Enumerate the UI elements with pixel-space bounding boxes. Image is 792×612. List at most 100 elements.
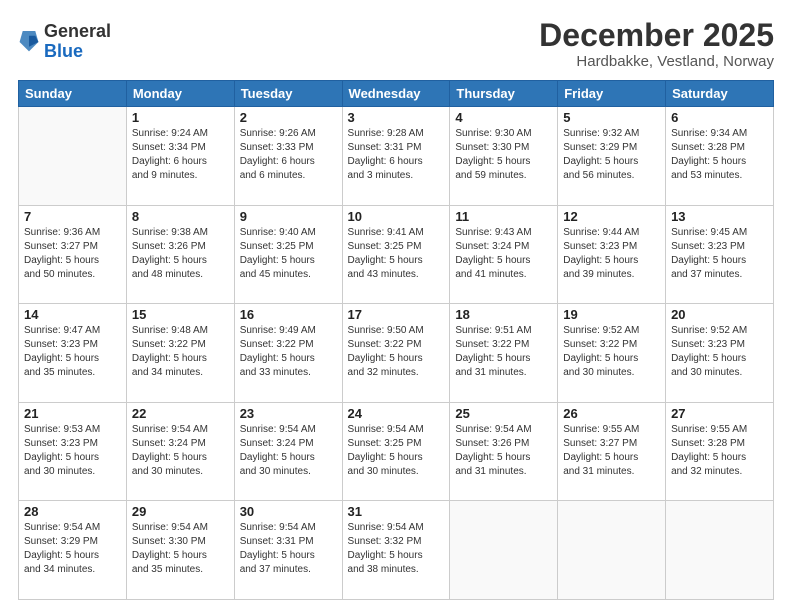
day-number: 20: [671, 307, 768, 322]
calendar-cell: 13 Sunrise: 9:45 AMSunset: 3:23 PMDayligh…: [666, 205, 774, 304]
day-info: Sunrise: 9:41 AMSunset: 3:25 PMDaylight:…: [348, 226, 445, 282]
day-info: Sunrise: 9:47 AMSunset: 3:23 PMDaylight:…: [24, 324, 121, 380]
day-info: Sunrise: 9:50 AMSunset: 3:22 PMDaylight:…: [348, 324, 445, 380]
calendar-week-4: 21 Sunrise: 9:53 AMSunset: 3:23 PMDayligh…: [19, 402, 774, 501]
day-number: 29: [132, 504, 229, 519]
day-number: 14: [24, 307, 121, 322]
day-info: Sunrise: 9:53 AMSunset: 3:23 PMDaylight:…: [24, 423, 121, 479]
day-info: Sunrise: 9:48 AMSunset: 3:22 PMDaylight:…: [132, 324, 229, 380]
day-number: 22: [132, 406, 229, 421]
day-number: 6: [671, 110, 768, 125]
day-info: Sunrise: 9:55 AMSunset: 3:28 PMDaylight:…: [671, 423, 768, 479]
day-number: 15: [132, 307, 229, 322]
calendar-cell: 29 Sunrise: 9:54 AMSunset: 3:30 PMDayligh…: [126, 501, 234, 600]
calendar-cell: 30 Sunrise: 9:54 AMSunset: 3:31 PMDayligh…: [234, 501, 342, 600]
day-info: Sunrise: 9:36 AMSunset: 3:27 PMDaylight:…: [24, 226, 121, 282]
day-number: 18: [455, 307, 552, 322]
day-number: 2: [240, 110, 337, 125]
calendar-cell: 11 Sunrise: 9:43 AMSunset: 3:24 PMDayligh…: [450, 205, 558, 304]
day-info: Sunrise: 9:52 AMSunset: 3:22 PMDaylight:…: [563, 324, 660, 380]
calendar-week-3: 14 Sunrise: 9:47 AMSunset: 3:23 PMDayligh…: [19, 304, 774, 403]
calendar-cell: 10 Sunrise: 9:41 AMSunset: 3:25 PMDayligh…: [342, 205, 450, 304]
calendar-week-5: 28Sunrise: 9:54 AMSunset: 3:29 PMDayligh…: [19, 501, 774, 600]
calendar-cell: 28Sunrise: 9:54 AMSunset: 3:29 PMDayligh…: [19, 501, 127, 600]
day-number: 10: [348, 209, 445, 224]
day-number: 17: [348, 307, 445, 322]
calendar-header-row: SundayMondayTuesdayWednesdayThursdayFrid…: [19, 81, 774, 107]
day-number: 21: [24, 406, 121, 421]
day-info: Sunrise: 9:32 AMSunset: 3:29 PMDaylight:…: [563, 127, 660, 183]
day-info: Sunrise: 9:40 AMSunset: 3:25 PMDaylight:…: [240, 226, 337, 282]
calendar-header-tuesday: Tuesday: [234, 81, 342, 107]
calendar-cell: 6 Sunrise: 9:34 AMSunset: 3:28 PMDaylight…: [666, 107, 774, 206]
day-info: Sunrise: 9:54 AMSunset: 3:30 PMDaylight:…: [132, 521, 229, 577]
subtitle: Hardbakke, Vestland, Norway: [539, 53, 774, 70]
calendar-cell: 9 Sunrise: 9:40 AMSunset: 3:25 PMDaylight…: [234, 205, 342, 304]
day-info: Sunrise: 9:43 AMSunset: 3:24 PMDaylight:…: [455, 226, 552, 282]
day-info: Sunrise: 9:45 AMSunset: 3:23 PMDaylight:…: [671, 226, 768, 282]
day-number: 1: [132, 110, 229, 125]
title-section: December 2025 Hardbakke, Vestland, Norwa…: [539, 18, 774, 70]
day-info: Sunrise: 9:26 AMSunset: 3:33 PMDaylight:…: [240, 127, 337, 183]
calendar-cell: 27 Sunrise: 9:55 AMSunset: 3:28 PMDayligh…: [666, 402, 774, 501]
calendar-cell: 25Sunrise: 9:54 AMSunset: 3:26 PMDayligh…: [450, 402, 558, 501]
calendar-cell: 22 Sunrise: 9:54 AMSunset: 3:24 PMDayligh…: [126, 402, 234, 501]
day-info: Sunrise: 9:49 AMSunset: 3:22 PMDaylight:…: [240, 324, 337, 380]
day-info: Sunrise: 9:54 AMSunset: 3:31 PMDaylight:…: [240, 521, 337, 577]
day-info: Sunrise: 9:51 AMSunset: 3:22 PMDaylight:…: [455, 324, 552, 380]
day-info: Sunrise: 9:34 AMSunset: 3:28 PMDaylight:…: [671, 127, 768, 183]
day-number: 27: [671, 406, 768, 421]
calendar-table: SundayMondayTuesdayWednesdayThursdayFrid…: [18, 80, 774, 600]
day-info: Sunrise: 9:54 AMSunset: 3:32 PMDaylight:…: [348, 521, 445, 577]
day-number: 11: [455, 209, 552, 224]
calendar-cell: 2 Sunrise: 9:26 AMSunset: 3:33 PMDaylight…: [234, 107, 342, 206]
day-number: 5: [563, 110, 660, 125]
calendar-cell: [558, 501, 666, 600]
day-info: Sunrise: 9:54 AMSunset: 3:25 PMDaylight:…: [348, 423, 445, 479]
day-number: 12: [563, 209, 660, 224]
day-number: 7: [24, 209, 121, 224]
calendar-cell: 4Sunrise: 9:30 AMSunset: 3:30 PMDaylight…: [450, 107, 558, 206]
page: General Blue December 2025 Hardbakke, Ve…: [0, 0, 792, 612]
day-number: 4: [455, 110, 552, 125]
calendar-week-1: 1 Sunrise: 9:24 AMSunset: 3:34 PMDaylight…: [19, 107, 774, 206]
day-number: 3: [348, 110, 445, 125]
day-info: Sunrise: 9:44 AMSunset: 3:23 PMDaylight:…: [563, 226, 660, 282]
calendar-cell: 5 Sunrise: 9:32 AMSunset: 3:29 PMDaylight…: [558, 107, 666, 206]
day-info: Sunrise: 9:55 AMSunset: 3:27 PMDaylight:…: [563, 423, 660, 479]
day-number: 24: [348, 406, 445, 421]
calendar-cell: 21 Sunrise: 9:53 AMSunset: 3:23 PMDayligh…: [19, 402, 127, 501]
calendar-cell: 16Sunrise: 9:49 AMSunset: 3:22 PMDayligh…: [234, 304, 342, 403]
calendar-cell: [666, 501, 774, 600]
day-info: Sunrise: 9:54 AMSunset: 3:24 PMDaylight:…: [132, 423, 229, 479]
calendar-header-sunday: Sunday: [19, 81, 127, 107]
day-number: 30: [240, 504, 337, 519]
calendar-cell: 1 Sunrise: 9:24 AMSunset: 3:34 PMDaylight…: [126, 107, 234, 206]
calendar-cell: 7 Sunrise: 9:36 AMSunset: 3:27 PMDaylight…: [19, 205, 127, 304]
day-info: Sunrise: 9:24 AMSunset: 3:34 PMDaylight:…: [132, 127, 229, 183]
day-number: 19: [563, 307, 660, 322]
calendar-cell: 19 Sunrise: 9:52 AMSunset: 3:22 PMDayligh…: [558, 304, 666, 403]
day-number: 26: [563, 406, 660, 421]
calendar-cell: 8Sunrise: 9:38 AMSunset: 3:26 PMDaylight…: [126, 205, 234, 304]
header: General Blue December 2025 Hardbakke, Ve…: [18, 18, 774, 70]
calendar-cell: [19, 107, 127, 206]
calendar-cell: 18 Sunrise: 9:51 AMSunset: 3:22 PMDayligh…: [450, 304, 558, 403]
day-info: Sunrise: 9:28 AMSunset: 3:31 PMDaylight:…: [348, 127, 445, 183]
calendar-header-friday: Friday: [558, 81, 666, 107]
calendar-cell: 31Sunrise: 9:54 AMSunset: 3:32 PMDayligh…: [342, 501, 450, 600]
calendar-cell: 15 Sunrise: 9:48 AMSunset: 3:22 PMDayligh…: [126, 304, 234, 403]
calendar-cell: 23 Sunrise: 9:54 AMSunset: 3:24 PMDayligh…: [234, 402, 342, 501]
day-number: 23: [240, 406, 337, 421]
calendar-header-saturday: Saturday: [666, 81, 774, 107]
logo-general: General: [44, 22, 111, 42]
day-info: Sunrise: 9:54 AMSunset: 3:26 PMDaylight:…: [455, 423, 552, 479]
logo-blue: Blue: [44, 42, 111, 62]
calendar-header-wednesday: Wednesday: [342, 81, 450, 107]
day-number: 28: [24, 504, 121, 519]
day-info: Sunrise: 9:54 AMSunset: 3:24 PMDaylight:…: [240, 423, 337, 479]
day-number: 13: [671, 209, 768, 224]
calendar-cell: 12 Sunrise: 9:44 AMSunset: 3:23 PMDayligh…: [558, 205, 666, 304]
calendar-cell: 14 Sunrise: 9:47 AMSunset: 3:23 PMDayligh…: [19, 304, 127, 403]
day-number: 9: [240, 209, 337, 224]
